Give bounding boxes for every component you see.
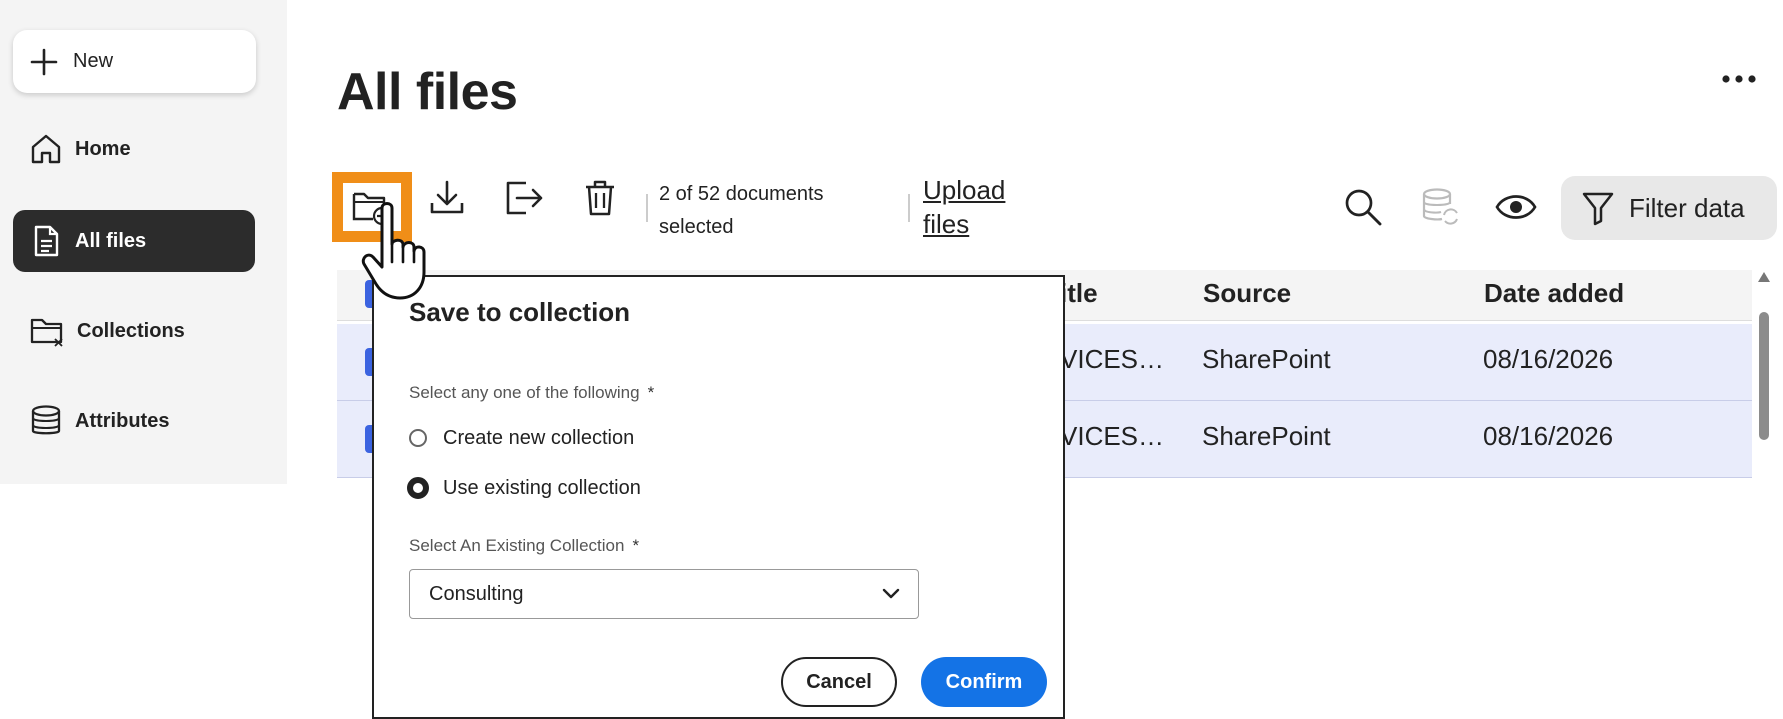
table-scrollbar[interactable] (1756, 272, 1772, 482)
radio-create-new-collection[interactable]: Create new collection (409, 424, 634, 452)
more-horizontal-icon (1722, 75, 1756, 83)
chevron-down-icon (882, 588, 900, 599)
delete-icon (586, 180, 614, 216)
toolbar-divider (646, 194, 648, 222)
toolbar-divider (908, 194, 910, 222)
folder-icon (30, 318, 63, 347)
eye-icon (1495, 195, 1537, 219)
export-icon (506, 181, 543, 215)
more-options-button[interactable] (1718, 64, 1760, 94)
required-mark: * (647, 383, 655, 402)
sidebar-item-all-files[interactable]: All files (13, 210, 255, 272)
upload-files-link[interactable]: Upload files (923, 173, 1043, 241)
cell-date: 08/16/2026 (1483, 421, 1614, 451)
radio-use-existing-collection[interactable]: Use existing collection (407, 474, 641, 502)
cell-source: SharePoint (1202, 344, 1331, 374)
filter-data-button[interactable]: Filter data (1561, 176, 1777, 240)
radio-label: Create new collection (443, 426, 635, 449)
page-title: All files (337, 63, 518, 121)
preview-button[interactable] (1492, 183, 1540, 231)
sidebar: New Home All files Collections Attribute… (0, 0, 287, 484)
plus-icon (30, 48, 58, 75)
save-to-collection-dialog: Save to collection Select any one of the… (372, 275, 1065, 719)
radio-label: Use existing collection (443, 476, 641, 499)
home-icon (31, 134, 61, 164)
existing-collection-label-text: Select An Existing Collection (409, 536, 625, 555)
sidebar-item-label: Home (75, 137, 131, 160)
cell-source: SharePoint (1202, 421, 1331, 451)
cell-date: 08/16/2026 (1483, 344, 1614, 374)
sidebar-item-label: All files (75, 229, 147, 252)
sync-database-icon (1422, 188, 1458, 225)
confirm-button[interactable]: Confirm (921, 657, 1047, 707)
cell-title: VICES… (1060, 344, 1165, 374)
existing-collection-label: Select An Existing Collection * (409, 536, 639, 556)
filter-data-label: Filter data (1629, 192, 1745, 223)
column-header-source[interactable]: Source (1203, 278, 1291, 309)
document-icon (34, 225, 59, 257)
required-mark: * (632, 536, 640, 555)
select-value: Consulting (429, 582, 524, 605)
choice-label-text: Select any one of the following (409, 383, 640, 402)
hand-cursor-icon (361, 202, 426, 300)
filter-icon (1582, 192, 1614, 226)
existing-collection-select[interactable]: Consulting (409, 569, 919, 619)
export-button[interactable] (500, 174, 548, 222)
dialog-title: Save to collection (409, 297, 631, 327)
cancel-button[interactable]: Cancel (781, 657, 897, 707)
delete-button[interactable] (576, 174, 624, 222)
new-button[interactable]: New (13, 30, 256, 93)
search-button[interactable] (1339, 183, 1387, 231)
radio-button[interactable] (409, 429, 427, 447)
selection-count: 2 of 52 documents selected (659, 183, 824, 238)
sync-button[interactable] (1416, 183, 1464, 231)
sidebar-item-label: Attributes (75, 409, 170, 432)
column-header-date-added[interactable]: Date added (1484, 278, 1624, 309)
sidebar-item-collections[interactable]: Collections (13, 300, 255, 362)
new-button-label: New (73, 50, 114, 72)
sidebar-item-home[interactable]: Home (13, 118, 255, 180)
sidebar-item-attributes[interactable]: Attributes (13, 390, 255, 452)
sidebar-item-label: Collections (77, 319, 185, 342)
scroll-up-arrow-icon[interactable] (1758, 272, 1770, 282)
column-header-title[interactable]: itle (1060, 278, 1098, 309)
scroll-thumb[interactable] (1759, 312, 1769, 440)
radio-button-selected[interactable] (407, 477, 429, 499)
database-icon (31, 405, 61, 435)
choice-label: Select any one of the following * (409, 383, 654, 403)
search-icon (1345, 189, 1382, 226)
cell-title: VICES… (1060, 421, 1165, 451)
